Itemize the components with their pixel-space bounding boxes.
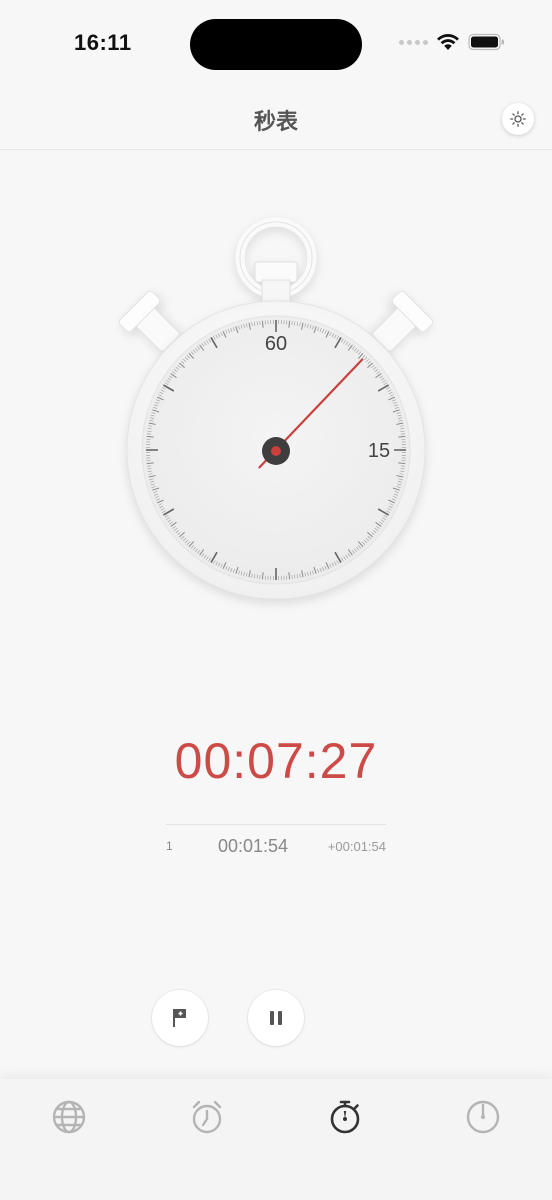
timer-icon <box>466 1100 500 1134</box>
elapsed-time: 00:07:27 <box>174 733 378 789</box>
crown <box>235 217 317 305</box>
lap-button[interactable] <box>152 990 208 1046</box>
dial-label-15: 15 <box>368 440 390 462</box>
sun-icon <box>510 111 526 127</box>
status-icons <box>399 33 506 51</box>
stopwatch-face: 60 15 <box>118 217 434 600</box>
lap-diff: +00:01:54 <box>327 839 386 854</box>
battery-icon <box>468 33 504 51</box>
nav-bar: 秒表 <box>0 90 552 150</box>
wifi-icon <box>437 34 459 50</box>
pause-icon <box>270 1011 282 1025</box>
hand-hub-center <box>271 446 281 456</box>
tab-timer[interactable] <box>463 1097 503 1137</box>
laps-list: 1 00:01:54 +00:01:54 <box>166 824 386 867</box>
dynamic-island <box>190 19 362 70</box>
status-bar: 16:11 <box>0 0 552 90</box>
flag-icon <box>173 1009 186 1027</box>
status-time: 16:11 <box>74 30 132 55</box>
theme-toggle-button[interactable] <box>502 103 534 135</box>
tab-bar <box>0 1079 552 1200</box>
lap-row: 1 00:01:54 +00:01:54 <box>166 825 386 867</box>
tab-alarm[interactable] <box>187 1097 227 1137</box>
signal-icon <box>399 39 428 45</box>
stopwatch-icon <box>330 1100 360 1134</box>
tab-world-clock[interactable] <box>49 1097 89 1137</box>
page-title: 秒表 <box>253 110 298 135</box>
lap-index: 1 <box>166 839 173 853</box>
alarm-clock-icon <box>192 1100 222 1134</box>
stopwatch-dial: 60 15 <box>100 200 452 620</box>
pause-button[interactable] <box>248 990 304 1046</box>
lap-time: 00:01:54 <box>218 836 289 856</box>
globe-icon <box>52 1100 86 1134</box>
tab-stopwatch[interactable] <box>325 1097 365 1137</box>
dial-label-60: 60 <box>265 333 287 355</box>
